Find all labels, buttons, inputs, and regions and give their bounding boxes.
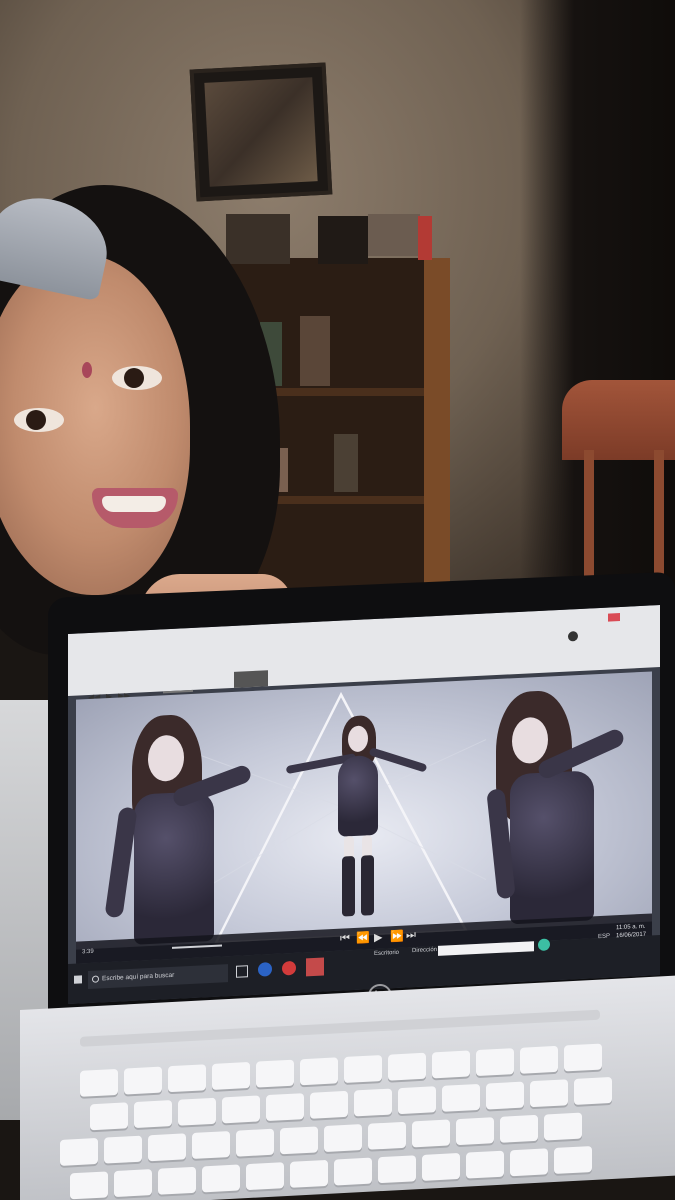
- teeth: [102, 496, 166, 512]
- dancer-left: [104, 701, 253, 947]
- escritorio-label[interactable]: Escritorio: [374, 950, 399, 957]
- task-view-icon[interactable]: [236, 965, 248, 978]
- speaker: [318, 216, 368, 264]
- search-placeholder: Escribe aquí para buscar: [102, 971, 175, 983]
- search-icon: [92, 975, 99, 983]
- laptop-keyboard-base: [20, 973, 675, 1200]
- rewind-icon[interactable]: ⏪: [356, 931, 370, 945]
- dancer-center: [285, 712, 428, 939]
- photo-scene: ■■■ ◀◀ ▶ ▶▶: [0, 0, 675, 1200]
- music-video[interactable]: [76, 671, 652, 950]
- chair: [562, 380, 675, 600]
- previous-icon[interactable]: ⏮: [340, 932, 350, 945]
- photo-frame-on-shelf: [368, 214, 420, 256]
- elapsed-time: 3:39: [82, 948, 94, 956]
- taskbar-search-input[interactable]: Escribe aquí para buscar: [88, 964, 228, 990]
- user-icon[interactable]: [568, 631, 578, 642]
- direccion-label[interactable]: Dirección: [412, 947, 437, 954]
- photo-frame-on-shelf: [226, 214, 290, 264]
- seek-bar[interactable]: [163, 689, 193, 694]
- opera-icon[interactable]: [282, 960, 296, 976]
- next-icon[interactable]: ⏭: [406, 929, 416, 942]
- volume-slider[interactable]: [172, 944, 222, 949]
- laptop-screen: ◀◀ ▶ ▶▶ ⏮ ⏪ ▶ ⏩ ⏭ 3:39 Escribe aquí para…: [68, 605, 660, 1004]
- left-eye: [14, 408, 64, 432]
- candle: [418, 216, 432, 260]
- fast-forward-icon[interactable]: ⏩: [390, 930, 404, 944]
- bindi: [82, 362, 92, 378]
- thumbnail[interactable]: [234, 670, 268, 688]
- language-indicator[interactable]: ESP: [598, 933, 610, 940]
- wall-picture-frame: [189, 62, 333, 202]
- app-icon[interactable]: [258, 962, 272, 977]
- dancer-right: [486, 672, 636, 929]
- tray-app-icon[interactable]: [538, 938, 550, 952]
- media-player-icon[interactable]: [306, 957, 324, 977]
- taskbar-clock-date[interactable]: 16/06/2017: [616, 932, 646, 939]
- play-icon[interactable]: ▶: [374, 931, 382, 944]
- right-eye: [112, 366, 162, 390]
- close-icon[interactable]: [608, 613, 620, 622]
- windows-start-icon[interactable]: [74, 975, 82, 984]
